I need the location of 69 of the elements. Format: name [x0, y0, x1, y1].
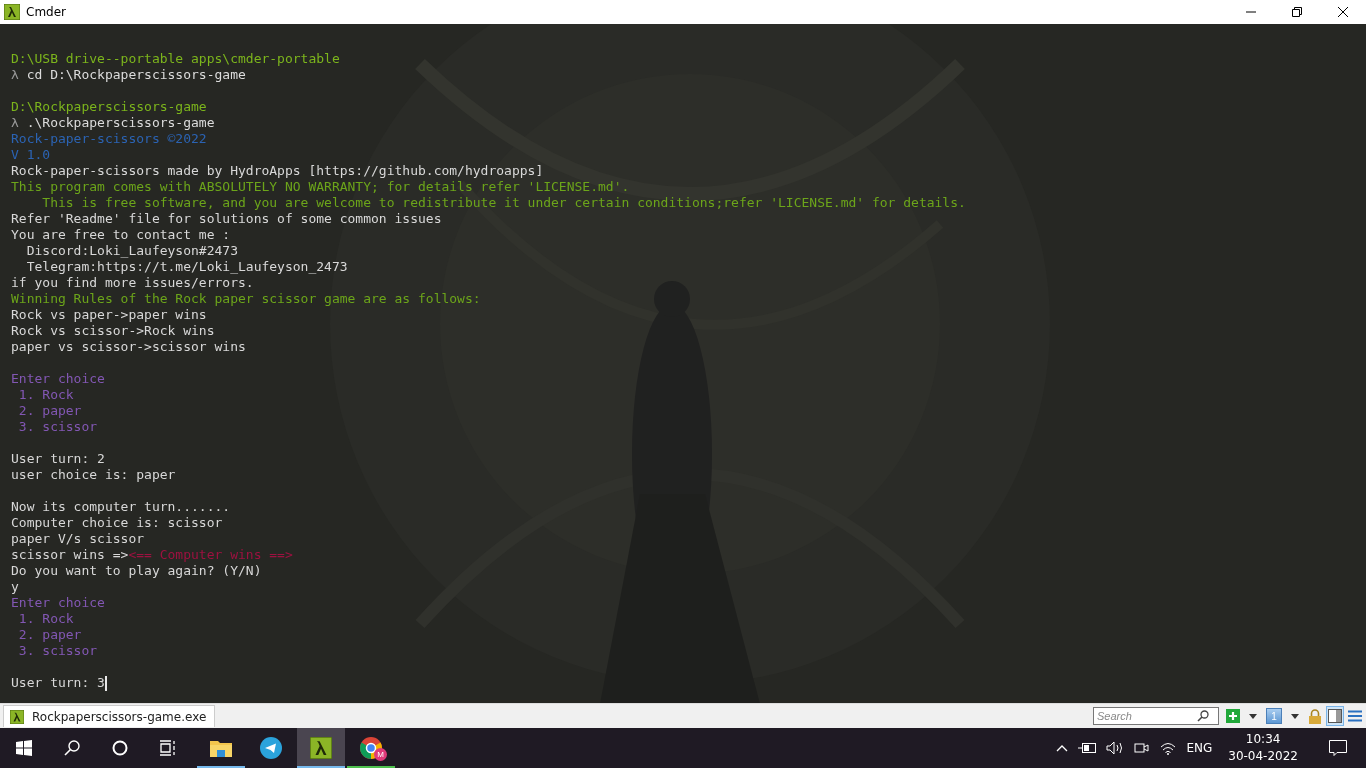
- circle-icon: [112, 740, 128, 756]
- volume-icon[interactable]: [1106, 741, 1125, 755]
- output-text: 1. Rock: [17, 387, 74, 403]
- search-icon: [64, 740, 80, 756]
- output-text: Now its computer turn.......: [11, 499, 231, 515]
- lambda-icon: [4, 4, 20, 20]
- output-text: Telegram:https://t.me/Loki_Laufeyson_2473: [25, 259, 348, 275]
- output-text: 3. scissor: [17, 643, 98, 659]
- language-indicator[interactable]: ENG: [1186, 741, 1213, 755]
- output-text: This program comes with ABSOLUTELY NO WARRANTY; for details refer 'LICENSE.md'.: [11, 179, 630, 195]
- split-view-button[interactable]: [1326, 706, 1344, 726]
- output-text: y: [11, 579, 19, 595]
- camera-icon[interactable]: [1134, 741, 1151, 755]
- output-text: 1. Rock: [17, 611, 74, 627]
- output-text: scissor wins =>: [11, 547, 129, 563]
- output-text: Winning Rules of the Rock paper scissor game are as follows:: [11, 291, 481, 307]
- output-text: User turn: 2: [11, 451, 105, 467]
- windows-icon: [16, 740, 32, 756]
- prompt-path: D:\USB drive--portable apps\cmder-portable: [11, 51, 340, 67]
- battery-icon[interactable]: [1078, 743, 1097, 753]
- output-text: <== Computer wins ==>: [128, 547, 293, 563]
- output-text: Rock vs scissor->Rock wins: [11, 323, 215, 339]
- lambda-icon: [310, 737, 332, 759]
- prompt-symbol: λ: [11, 67, 19, 83]
- output-text: 2. paper: [17, 627, 82, 643]
- message-icon: [1329, 740, 1347, 756]
- output-text: 2. paper: [17, 403, 82, 419]
- search-icon: [1197, 710, 1209, 722]
- output-text: Rock vs paper->paper wins: [11, 307, 207, 323]
- output-text: paper V/s scissor: [11, 531, 145, 547]
- output-text: You are free to contact me :: [11, 227, 231, 243]
- console-tab[interactable]: Rockpaperscissors-game.exe: [3, 705, 216, 727]
- output-text: Computer choice is: scissor: [11, 515, 223, 531]
- output-text: User turn: 3: [11, 675, 105, 691]
- search-field[interactable]: Search: [1093, 707, 1219, 725]
- folder-icon: [210, 739, 232, 757]
- command-text: .\Rockpaperscissors-game: [25, 115, 215, 131]
- output-text: Discord:Loki_Laufeyson#2473: [25, 243, 238, 259]
- window-title: Cmder: [26, 5, 67, 19]
- clock[interactable]: 10:34 30-04-2022: [1222, 731, 1304, 765]
- output-text: user choice is: paper: [11, 467, 176, 483]
- close-icon: [1338, 7, 1348, 17]
- output-text: V 1.0: [11, 147, 51, 163]
- output-text: This is free software, and you are welcome to redistribute it under certain conditions;refer 'LICENSE.md' for details.: [41, 195, 966, 211]
- profile-badge: M: [374, 748, 387, 761]
- prompt-path: D:\Rockpaperscissors-game: [11, 99, 207, 115]
- caret-icon: [1249, 713, 1257, 719]
- wifi-icon[interactable]: [1160, 741, 1177, 755]
- output-text: paper vs scissor->scissor wins: [11, 339, 246, 355]
- paper-plane-icon: [260, 737, 282, 759]
- task-view-icon: [159, 740, 177, 756]
- restore-icon: [1292, 7, 1302, 17]
- output-text: 3. scissor: [17, 419, 98, 435]
- search-input[interactable]: Search: [1097, 710, 1197, 722]
- browser-app-button[interactable]: M: [347, 728, 395, 768]
- output-text: if you find more issues/errors.: [11, 275, 254, 291]
- caret-icon: [1291, 713, 1299, 719]
- output-text: Refer 'Readme' file for solutions of some common issues: [11, 211, 442, 227]
- output-text: Do you want to play again? (Y/N): [11, 563, 262, 579]
- chevron-up-icon[interactable]: [1056, 744, 1069, 752]
- output-text: Rock-paper-scissors ©2022: [11, 131, 207, 147]
- output-text: Rock-paper-scissors made by HydroApps [https://github.com/hydroapps]: [11, 163, 544, 179]
- output-text: Enter choice: [11, 371, 105, 387]
- output-text: Enter choice: [11, 595, 105, 611]
- text-cursor: [104, 675, 107, 691]
- terminal-app-button[interactable]: [297, 728, 345, 768]
- prompt-symbol: λ: [11, 115, 19, 131]
- command-text: cd D:\Rockpaperscissors-game: [25, 67, 246, 83]
- lambda-icon: [10, 709, 24, 724]
